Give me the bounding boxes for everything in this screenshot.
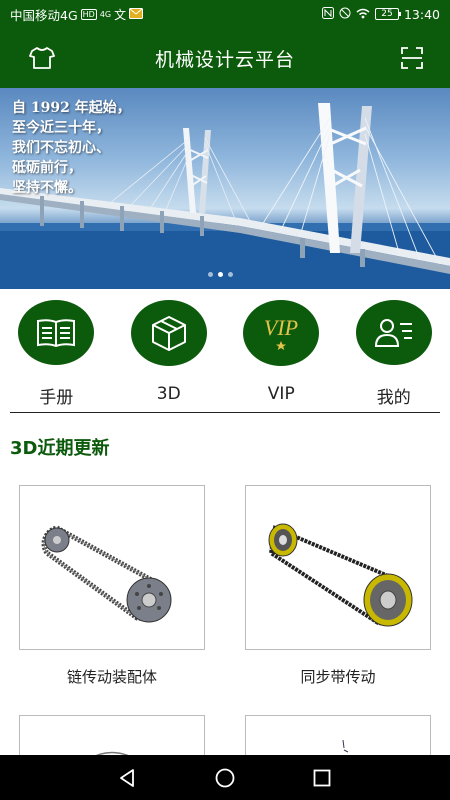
- carousel-dot[interactable]: [228, 272, 233, 277]
- tshirt-icon[interactable]: [28, 44, 56, 72]
- banner-line-2: 至今近三十年，: [12, 120, 110, 136]
- hd-badge: HD: [80, 8, 97, 20]
- back-icon[interactable]: [108, 758, 148, 798]
- section-title: 3D近期更新: [10, 438, 110, 459]
- menu-mine[interactable]: 我的: [344, 296, 444, 408]
- banner-line-5: 坚持不懈。: [12, 180, 82, 196]
- system-nav-bar: [0, 755, 450, 800]
- banner-line-3: 我们不忘初心、: [12, 140, 110, 156]
- clock: 13:40: [403, 6, 440, 22]
- menu-label: 手册: [39, 388, 74, 408]
- banner-carousel[interactable]: 自 1992 年起始， 至今近三十年， 我们不忘初心、 砥砺前行， 坚持不懈。: [0, 88, 450, 289]
- user-card-icon: [355, 300, 432, 365]
- menu-label: 3D: [156, 384, 181, 404]
- app-bar: 机械设计云平台: [0, 28, 450, 88]
- banner-slogan: 自 1992 年起始， 至今近三十年， 我们不忘初心、 砥砺前行， 坚持不懈。: [12, 98, 131, 198]
- wifi-icon: [356, 7, 370, 22]
- menu-3d[interactable]: 3D: [119, 296, 219, 408]
- model-card[interactable]: 链传动装配体: [19, 485, 205, 687]
- menu-label: 我的: [376, 388, 411, 408]
- carousel-indicator: [208, 272, 233, 277]
- recents-icon[interactable]: [302, 758, 342, 798]
- card-caption: 同步带传动: [300, 668, 376, 686]
- vibrate-icon: [339, 7, 351, 22]
- vip-icon: VIP: [243, 300, 320, 366]
- menu-vip[interactable]: VIP VIP: [231, 296, 331, 408]
- carousel-dot[interactable]: [208, 272, 213, 277]
- divider: [10, 412, 440, 413]
- mail-icon: [129, 7, 144, 22]
- translate-icon: 文: [114, 7, 127, 22]
- model-card[interactable]: 同步带传动: [245, 485, 431, 687]
- home-icon[interactable]: [205, 758, 245, 798]
- cube-icon: [130, 300, 207, 366]
- svg-text:VIP: VIP: [264, 315, 298, 340]
- menu-manual[interactable]: 手册: [6, 296, 106, 408]
- network-badge: 4G: [99, 9, 112, 19]
- page-title: 机械设计云平台: [154, 48, 295, 71]
- timing-belt-thumbnail: [245, 485, 431, 650]
- banner-line-1: 自 1992 年起始，: [12, 100, 131, 116]
- carousel-dot[interactable]: [218, 272, 223, 277]
- quick-menu: 手册 3D VIP VIP 我的: [0, 296, 450, 408]
- battery-icon: 25: [374, 8, 401, 20]
- card-caption: 链传动装配体: [66, 668, 157, 686]
- carrier-label: 中国移动4G: [10, 7, 78, 23]
- book-icon: [18, 300, 95, 365]
- chain-drive-thumbnail: [19, 485, 205, 650]
- nfc-icon: [321, 6, 334, 22]
- status-bar: 中国移动4G HD 4G 文 25 13:40: [0, 0, 450, 28]
- menu-label: VIP: [267, 384, 295, 404]
- scan-icon[interactable]: [398, 44, 426, 72]
- banner-line-4: 砥砺前行，: [12, 160, 82, 176]
